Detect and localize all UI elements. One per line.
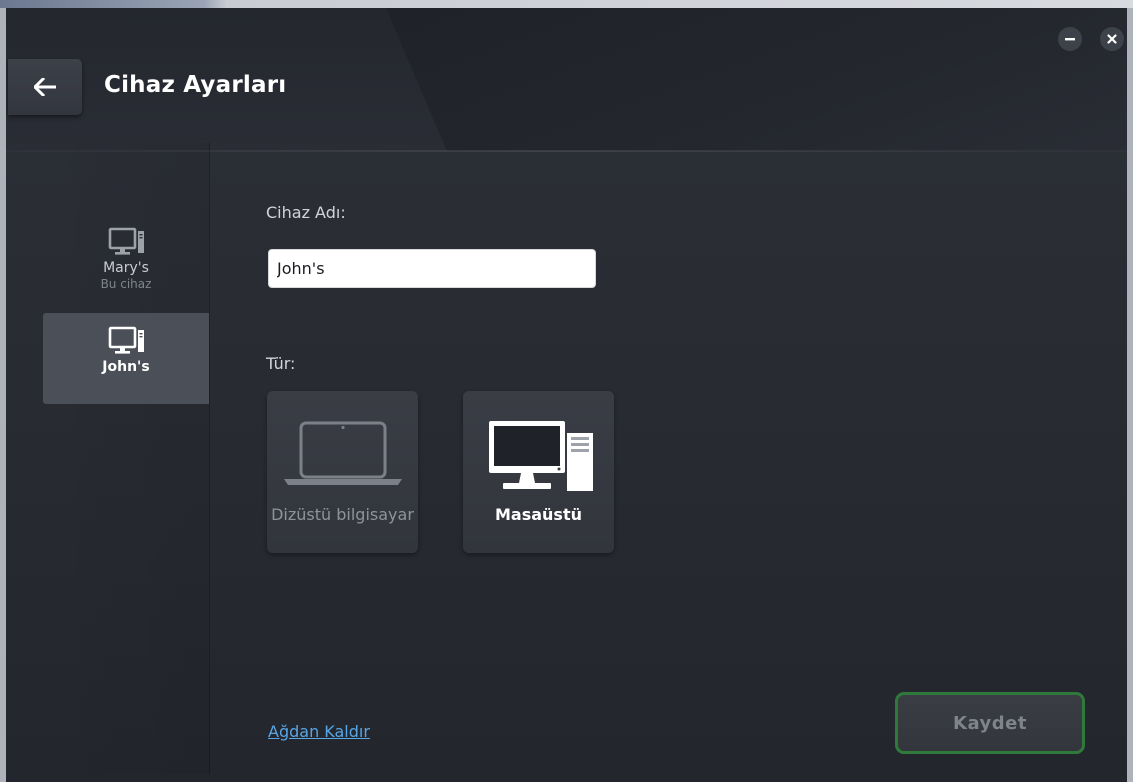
sidebar-device-name: John's [102,359,150,375]
type-option-laptop[interactable]: Dizüstü bilgisayar [267,391,418,553]
header-decoration [386,8,1127,151]
page-title: Cihaz Ayarları [104,72,287,98]
minimize-icon [1065,38,1075,41]
minimize-button[interactable] [1058,27,1082,51]
desktop-computer-icon [488,421,593,491]
sidebar-device-marys[interactable]: Mary's Bu cihaz [43,222,209,314]
arrow-left-icon [34,78,56,96]
sidebar-divider [209,143,210,774]
device-name-input[interactable] [268,249,596,288]
desktop-computer-icon [108,326,144,354]
desktop-background-strip [0,0,1133,8]
save-button[interactable]: Kaydet [895,692,1085,754]
desktop-computer-icon [108,227,144,255]
sidebar-device-johns[interactable]: John's [43,313,209,404]
device-type-label: Tür: [266,354,296,373]
remove-from-network-link[interactable]: Ağdan Kaldır [268,722,370,741]
close-button[interactable] [1100,27,1124,51]
laptop-icon [283,421,402,485]
type-option-desktop[interactable]: Masaüstü [463,391,614,553]
close-icon [1107,34,1117,44]
device-name-label: Cihaz Adı: [266,203,346,222]
desktop-label: Masaüstü [495,505,582,524]
back-button[interactable] [8,59,82,115]
laptop-label: Dizüstü bilgisayar [271,505,414,524]
sidebar-device-name: Mary's [103,260,149,276]
sidebar-device-subtitle: Bu cihaz [100,277,152,291]
